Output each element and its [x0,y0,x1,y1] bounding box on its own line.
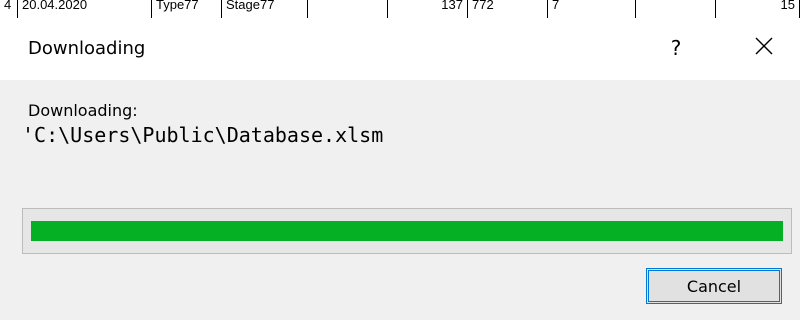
progress-bar [22,208,792,254]
sheet-cell: 15 [716,0,800,18]
sheet-cell: 20.04.2020 [18,0,152,18]
sheet-cell: 4 [0,0,18,18]
download-caption: Downloading: [28,101,138,120]
dialog-titlebar[interactable]: Downloading ? [0,18,800,80]
sheet-cell [308,0,388,18]
download-dialog: Downloading ? Downloading: 'C:\Users\Pub… [0,18,800,320]
sheet-cell: Type77 [152,0,222,18]
progress-fill [31,221,783,241]
sheet-cell: 137 [388,0,468,18]
sheet-cell: 7 [548,0,636,18]
close-icon [755,37,773,59]
help-icon: ? [670,36,682,60]
sheet-cell [636,0,716,18]
close-button[interactable] [746,30,782,66]
help-button[interactable]: ? [658,30,694,66]
sheet-cell: 772 [468,0,548,18]
cancel-button[interactable]: Cancel [646,268,782,304]
progress-track [31,221,783,241]
dialog-title: Downloading [28,38,146,59]
background-spreadsheet-row: 4 20.04.2020 Type77 Stage77 137 772 7 15 [0,0,800,19]
sheet-cell: Stage77 [222,0,308,18]
file-path-label: 'C:\Users\Public\Database.xlsm [22,123,384,147]
cancel-label: Cancel [686,276,742,296]
